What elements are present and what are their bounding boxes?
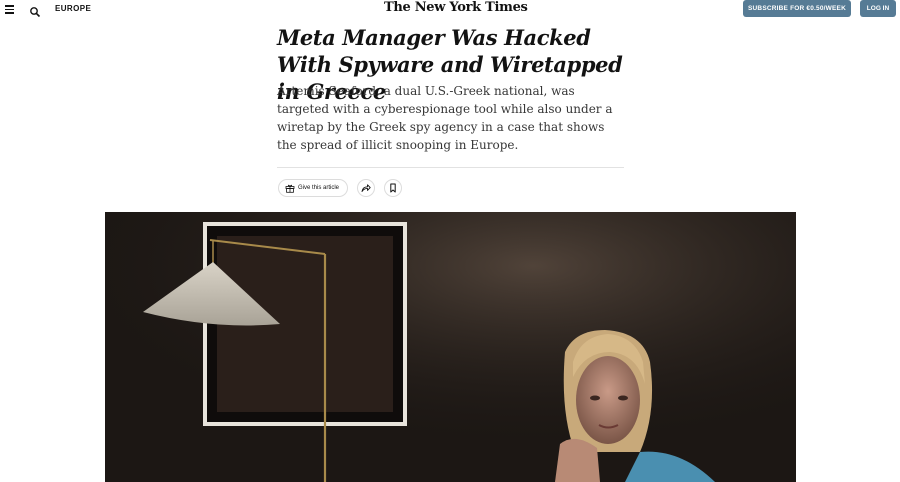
- section-link-europe[interactable]: EUROPE: [55, 4, 91, 13]
- menu-icon-bar: [5, 8, 14, 10]
- hero-photo-illustration: [105, 212, 796, 482]
- save-button[interactable]: [384, 179, 402, 197]
- search-button[interactable]: [29, 3, 41, 18]
- subscribe-button[interactable]: SUBSCRIBE FOR €0.50/WEEK: [743, 0, 851, 17]
- search-icon: [30, 7, 41, 18]
- share-button[interactable]: [357, 179, 375, 197]
- login-button[interactable]: LOG IN: [860, 0, 896, 17]
- share-icon: [361, 184, 371, 192]
- face: [576, 356, 640, 444]
- give-article-button[interactable]: Give this article: [278, 179, 348, 197]
- menu-icon-bar: [5, 5, 14, 7]
- give-article-label: Give this article: [298, 185, 340, 191]
- divider: [277, 167, 624, 168]
- top-bar: EUROPE The New York Times SUBSCRIBE FOR …: [0, 0, 900, 20]
- article-summary: Artemis Seaford, a dual U.S.-Greek natio…: [277, 84, 613, 152]
- bookmark-icon: [390, 183, 396, 193]
- menu-button[interactable]: [5, 3, 15, 15]
- masthead-logo[interactable]: The New York Times: [384, 0, 528, 15]
- menu-icon-bar: [5, 12, 14, 14]
- gift-icon: [285, 184, 295, 193]
- hero-photo: [105, 212, 796, 482]
